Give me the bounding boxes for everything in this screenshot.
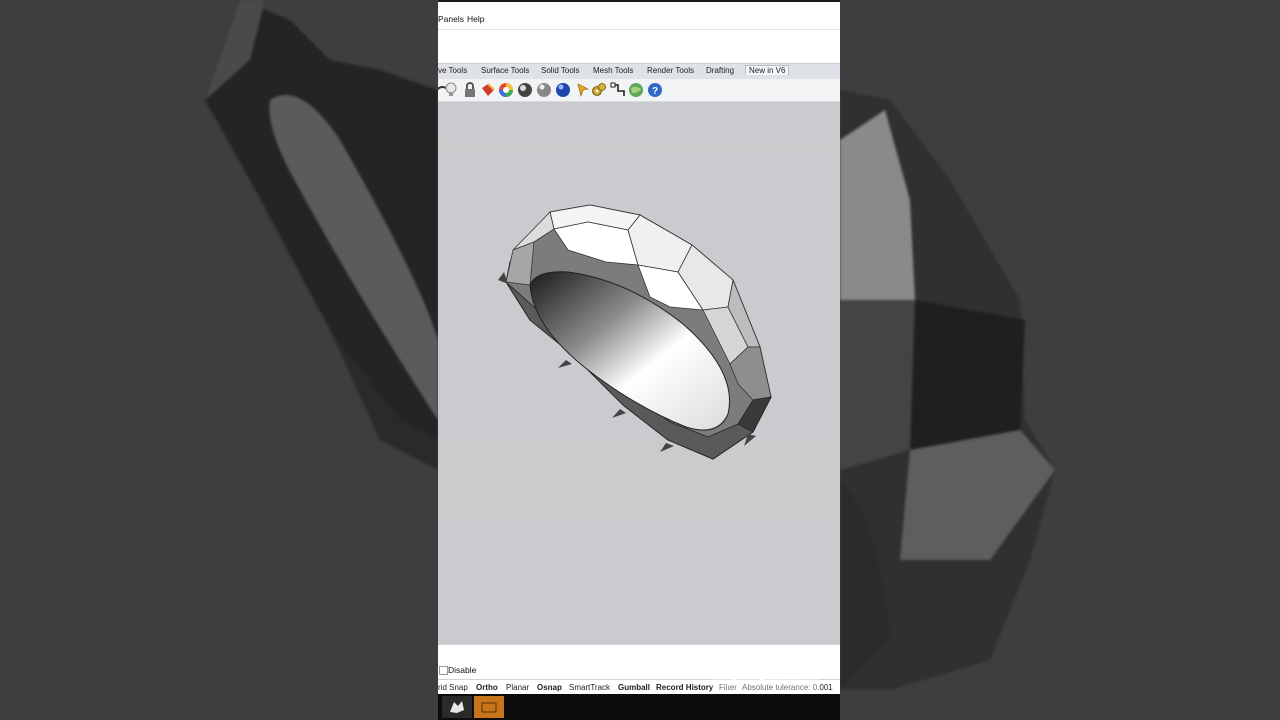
watermark: EasyCut <box>712 664 819 694</box>
rhino-app-icon[interactable] <box>442 696 472 718</box>
svg-text:?: ? <box>652 86 658 97</box>
tab-render-tools[interactable]: Render Tools <box>647 66 694 75</box>
watermark-text: EasyCut <box>758 673 804 687</box>
status-osnap[interactable]: Osnap <box>537 683 562 692</box>
menu-item-panels[interactable]: Panels <box>438 14 464 24</box>
watermark-logo-icon <box>726 671 744 687</box>
top-strip <box>438 0 840 2</box>
tab-new-in-v6[interactable]: New in V6 <box>745 65 790 75</box>
material-sphere-icon[interactable] <box>536 82 552 98</box>
orange-app-icon[interactable] <box>474 696 504 718</box>
status-grid-snap[interactable]: rid Snap <box>438 683 468 692</box>
taskbar <box>438 694 840 720</box>
disable-label: Disable <box>448 665 477 675</box>
shaded-sphere-icon[interactable] <box>517 82 533 98</box>
tab-curve-tools[interactable]: ve Tools <box>438 66 467 75</box>
tab-solid-tools[interactable]: Solid Tools <box>541 66 580 75</box>
menu-item-help[interactable]: Help <box>467 14 484 24</box>
ring-model <box>438 142 840 517</box>
command-history <box>438 49 840 63</box>
grid-align-icon[interactable] <box>610 82 626 98</box>
help-icon[interactable]: ? <box>647 82 663 98</box>
light-bulb-icon[interactable] <box>443 82 459 98</box>
command-line[interactable] <box>438 29 840 50</box>
pointer-arrow-icon[interactable] <box>575 82 591 98</box>
status-gumball[interactable]: Gumball <box>618 683 650 692</box>
tab-mesh-tools[interactable]: Mesh Tools <box>593 66 633 75</box>
tab-drafting[interactable]: Drafting <box>706 66 734 75</box>
paint-bucket-icon[interactable] <box>480 82 496 98</box>
right-blurred-backdrop <box>840 0 1280 720</box>
status-record-history[interactable]: Record History <box>656 683 713 692</box>
color-wheel-icon[interactable] <box>498 82 514 98</box>
tab-surface-tools[interactable]: Surface Tools <box>481 66 529 75</box>
perspective-viewport[interactable] <box>438 102 840 644</box>
lock-icon[interactable] <box>462 82 478 98</box>
blue-sphere-icon[interactable] <box>555 82 571 98</box>
status-planar[interactable]: Planar <box>506 683 529 692</box>
gears-icon[interactable] <box>591 82 607 98</box>
status-smarttrack[interactable]: SmartTrack <box>569 683 610 692</box>
globe-icon[interactable] <box>628 82 644 98</box>
toolbar-tab-bar: ve Tools Surface Tools Solid Tools Mesh … <box>438 63 840 80</box>
icon-toolbar: ? <box>438 79 840 102</box>
disable-checkbox[interactable] <box>439 666 448 675</box>
left-blurred-backdrop <box>0 0 438 720</box>
status-ortho[interactable]: Ortho <box>476 683 498 692</box>
rhino-window: Panels Help ve Tools Surface Tools Solid… <box>438 0 840 720</box>
viewport-tabs <box>438 644 840 664</box>
